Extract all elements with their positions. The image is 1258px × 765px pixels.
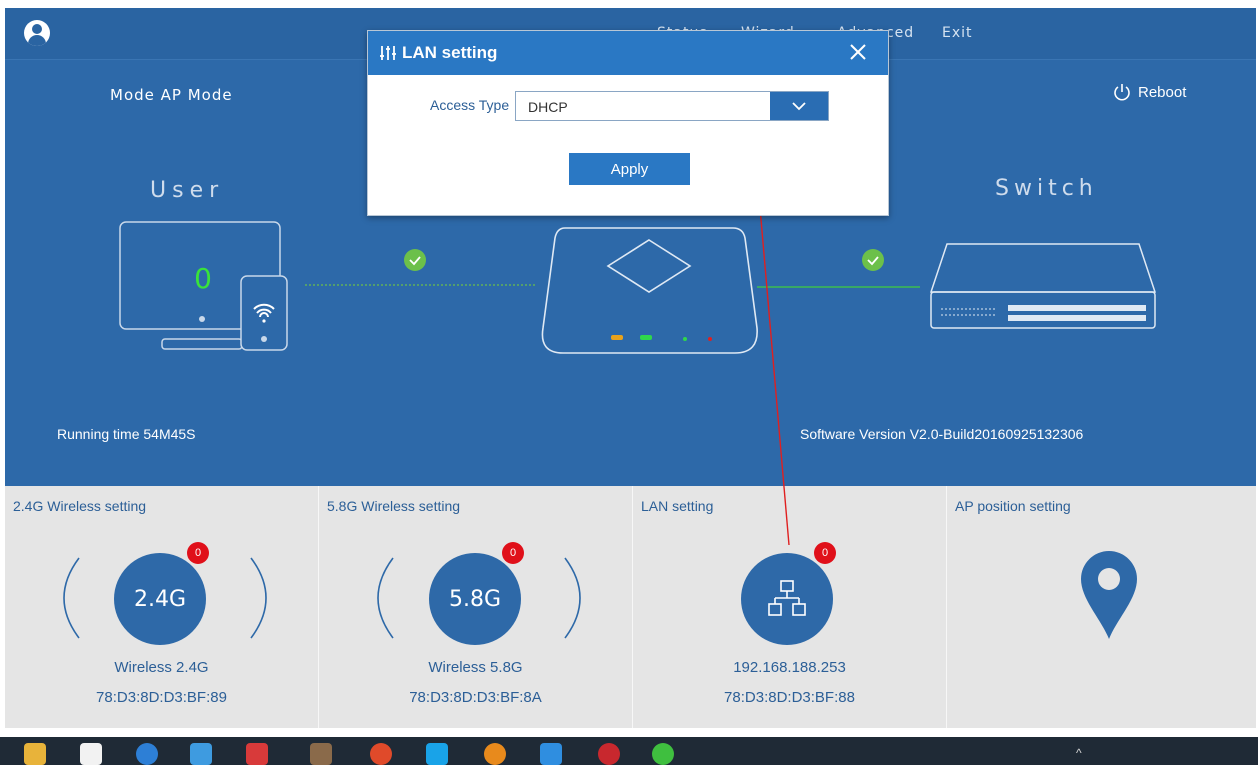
- dialog-title: LAN setting: [402, 43, 498, 62]
- panel-title: 2.4G Wireless setting: [13, 498, 147, 514]
- lan-circle[interactable]: [741, 553, 833, 645]
- network-topology-icon: [768, 580, 806, 616]
- wifi-5g-circle[interactable]: 5.8G: [429, 553, 521, 645]
- app-icon[interactable]: [540, 743, 562, 765]
- wechat-icon[interactable]: [652, 743, 674, 765]
- chevron-down-icon: [792, 102, 806, 111]
- app-icon[interactable]: [310, 743, 332, 765]
- panel-line2: 78:D3:8D:D3:BF:89: [96, 689, 227, 706]
- file-explorer-icon[interactable]: [24, 743, 46, 765]
- skype-icon[interactable]: [426, 743, 448, 765]
- notification-badge: 0: [814, 542, 836, 564]
- firefox-icon[interactable]: [484, 743, 506, 765]
- panel-2g-wireless[interactable]: 2.4G Wireless setting 2.4G 0 Wireless 2.…: [5, 486, 319, 728]
- os-taskbar: ^: [0, 737, 1258, 765]
- lan-setting-dialog: LAN setting Access Type DHCP Apply: [367, 30, 889, 216]
- phone-icon: [240, 275, 288, 351]
- browser-icon[interactable]: [136, 743, 158, 765]
- apply-button[interactable]: Apply: [569, 153, 690, 185]
- user-link-ok-icon: [404, 249, 426, 271]
- panel-line1: Wireless 5.8G: [428, 659, 523, 676]
- panel-line2: 78:D3:8D:D3:BF:88: [724, 689, 855, 706]
- access-type-label: Access Type: [430, 97, 510, 113]
- switch-icon: [929, 243, 1157, 329]
- app-icon[interactable]: [598, 743, 620, 765]
- panel-title: AP position setting: [955, 498, 1071, 514]
- panel-line1: Wireless 2.4G: [114, 659, 209, 676]
- panel-5g-wireless[interactable]: 5.8G Wireless setting 5.8G 0 Wireless 5.…: [319, 486, 633, 728]
- dialog-header: LAN setting: [368, 31, 888, 75]
- settings-sliders-icon: [380, 46, 396, 60]
- panel-line1: 192.168.188.253: [733, 659, 846, 676]
- panel-title: 5.8G Wireless setting: [327, 498, 461, 514]
- notification-badge: 0: [502, 542, 524, 564]
- close-icon[interactable]: [846, 40, 870, 64]
- running-time: Running time 54M45S: [57, 426, 196, 442]
- wifi-2g-circle[interactable]: 2.4G: [114, 553, 206, 645]
- tray-chevron-icon[interactable]: ^: [1076, 746, 1082, 760]
- notification-badge: 0: [187, 542, 209, 564]
- panel-line2: 78:D3:8D:D3:BF:8A: [409, 689, 542, 706]
- panel-lan-setting[interactable]: LAN setting 0 192.168.188.253 78:D3:8D:D…: [633, 486, 947, 728]
- app-icon[interactable]: [246, 743, 268, 765]
- panel-title: LAN setting: [641, 498, 714, 514]
- settings-panels: 2.4G Wireless setting 2.4G 0 Wireless 2.…: [5, 486, 1256, 728]
- location-pin-icon[interactable]: [1077, 549, 1141, 641]
- ap-device-icon: [541, 227, 758, 354]
- user-count: 0: [194, 262, 212, 295]
- switch-link-ok-icon: [862, 249, 884, 271]
- software-version: Software Version V2.0-Build2016092513230…: [800, 426, 1084, 442]
- chrome-icon[interactable]: [370, 743, 392, 765]
- store-icon[interactable]: [80, 743, 102, 765]
- access-type-value: DHCP: [528, 99, 568, 115]
- dropdown-button[interactable]: [770, 92, 828, 120]
- app-icon[interactable]: [190, 743, 212, 765]
- access-type-select[interactable]: DHCP: [515, 91, 829, 121]
- panel-ap-position[interactable]: AP position setting: [947, 486, 1256, 728]
